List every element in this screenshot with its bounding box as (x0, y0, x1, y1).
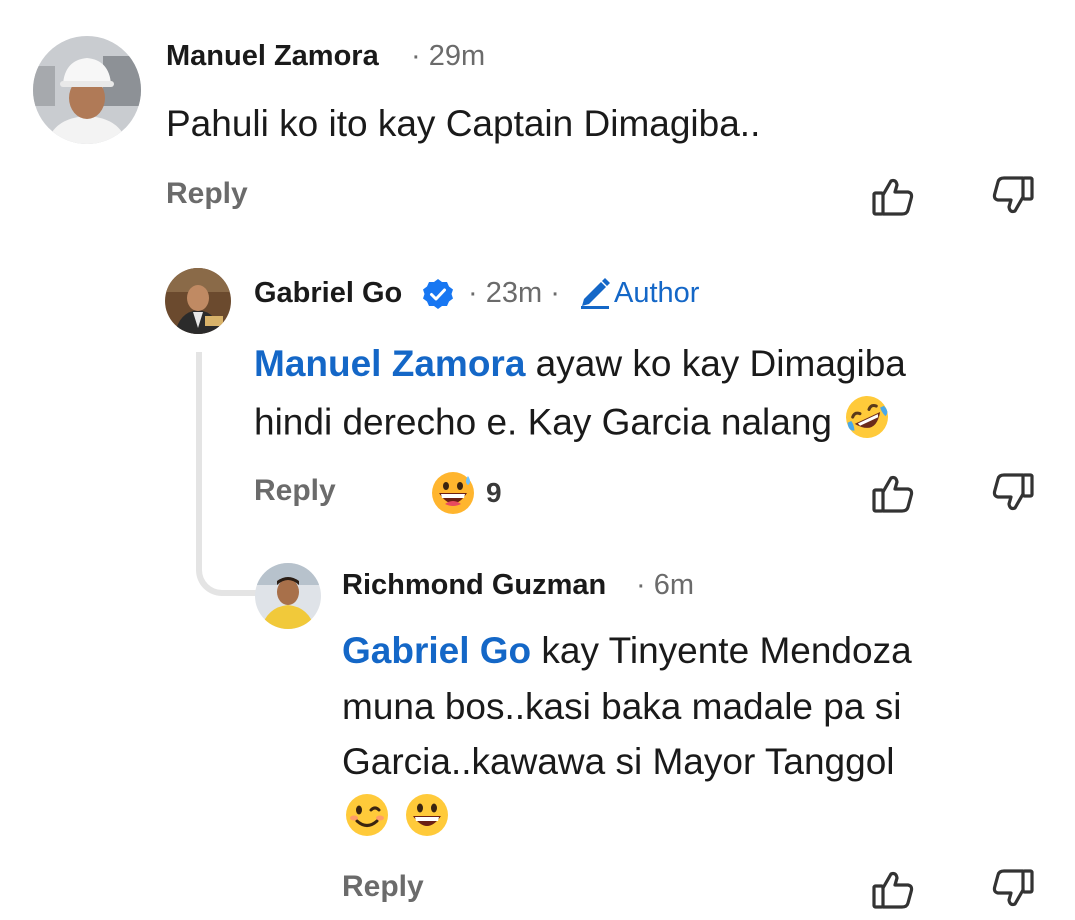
comment-text: Pahuli ko ito kay Captain Dimagiba.. (166, 103, 761, 144)
comment-author-name[interactable]: Richmond Guzman (342, 569, 606, 602)
mention-link[interactable]: Gabriel Go (342, 630, 531, 671)
author-tag: Author (614, 277, 700, 309)
comment-text-segment: hindi derecho e. Kay Garcia nalang (254, 401, 832, 443)
comment-emoji-line (342, 790, 1062, 846)
comment-author-name[interactable]: Manuel Zamora (166, 40, 379, 73)
verified-badge-icon (422, 278, 454, 310)
avatar-richmond-guzman[interactable] (255, 563, 321, 629)
thumbs-down-icon[interactable] (990, 173, 1036, 219)
thumbs-down-icon[interactable] (990, 470, 1036, 516)
comment-timestamp: · 6m (636, 569, 694, 602)
thread-connector-line (196, 352, 258, 596)
grinning-face-emoji (402, 790, 452, 856)
rolling-on-floor-laughing-emoji (842, 392, 892, 458)
comment-text-segment: ayaw ko kay Dimagiba (525, 343, 906, 384)
thumbs-down-icon[interactable] (990, 866, 1036, 912)
separator-dot: · (468, 277, 478, 309)
mention-link[interactable]: Manuel Zamora (254, 343, 525, 384)
reply-button[interactable]: Reply (342, 870, 424, 904)
comment-author-name[interactable]: Gabriel Go (254, 277, 402, 310)
avatar-manuel-zamora[interactable] (33, 36, 141, 144)
comment-line: hindi derecho e. Kay Garcia nalang (254, 392, 1054, 458)
winking-face-emoji (342, 790, 392, 856)
comment-line: Gabriel Go kay Tinyente Mendoza (342, 623, 1062, 679)
thumbs-up-icon[interactable] (870, 470, 916, 516)
comment-line: Garcia..kawawa si Mayor Tanggol (342, 741, 895, 782)
comment-text: Gabriel Go kay Tinyente Mendoza muna bos… (342, 623, 1062, 846)
separator-dot: · (411, 40, 421, 72)
separator-dot: · (636, 569, 646, 601)
reaction-count: 9 (486, 477, 502, 508)
pencil-icon (578, 276, 612, 310)
time-value: 29m (428, 40, 486, 72)
thumbs-up-icon[interactable] (870, 866, 916, 912)
reply-button[interactable]: Reply (166, 177, 248, 211)
comment-timestamp: · 29m (411, 40, 485, 73)
thumbs-up-icon[interactable] (870, 173, 916, 219)
comment-text-segment: kay Tinyente Mendoza (531, 630, 912, 671)
comment-text: Manuel Zamora ayaw ko kay Dimagiba hindi… (254, 336, 1054, 457)
avatar-gabriel-go[interactable] (165, 268, 231, 334)
time-value: 6m (653, 569, 695, 601)
time-value: 23m (485, 277, 543, 309)
reply-button[interactable]: Reply (254, 474, 336, 508)
comment-timestamp: · 23m · (468, 277, 560, 310)
comment-line: Manuel Zamora ayaw ko kay Dimagiba (254, 336, 1054, 392)
comment-line: muna bos..kasi baka madale pa si (342, 685, 902, 727)
grinning-sweat-emoji[interactable] (430, 470, 476, 516)
separator-dot: · (550, 277, 560, 309)
